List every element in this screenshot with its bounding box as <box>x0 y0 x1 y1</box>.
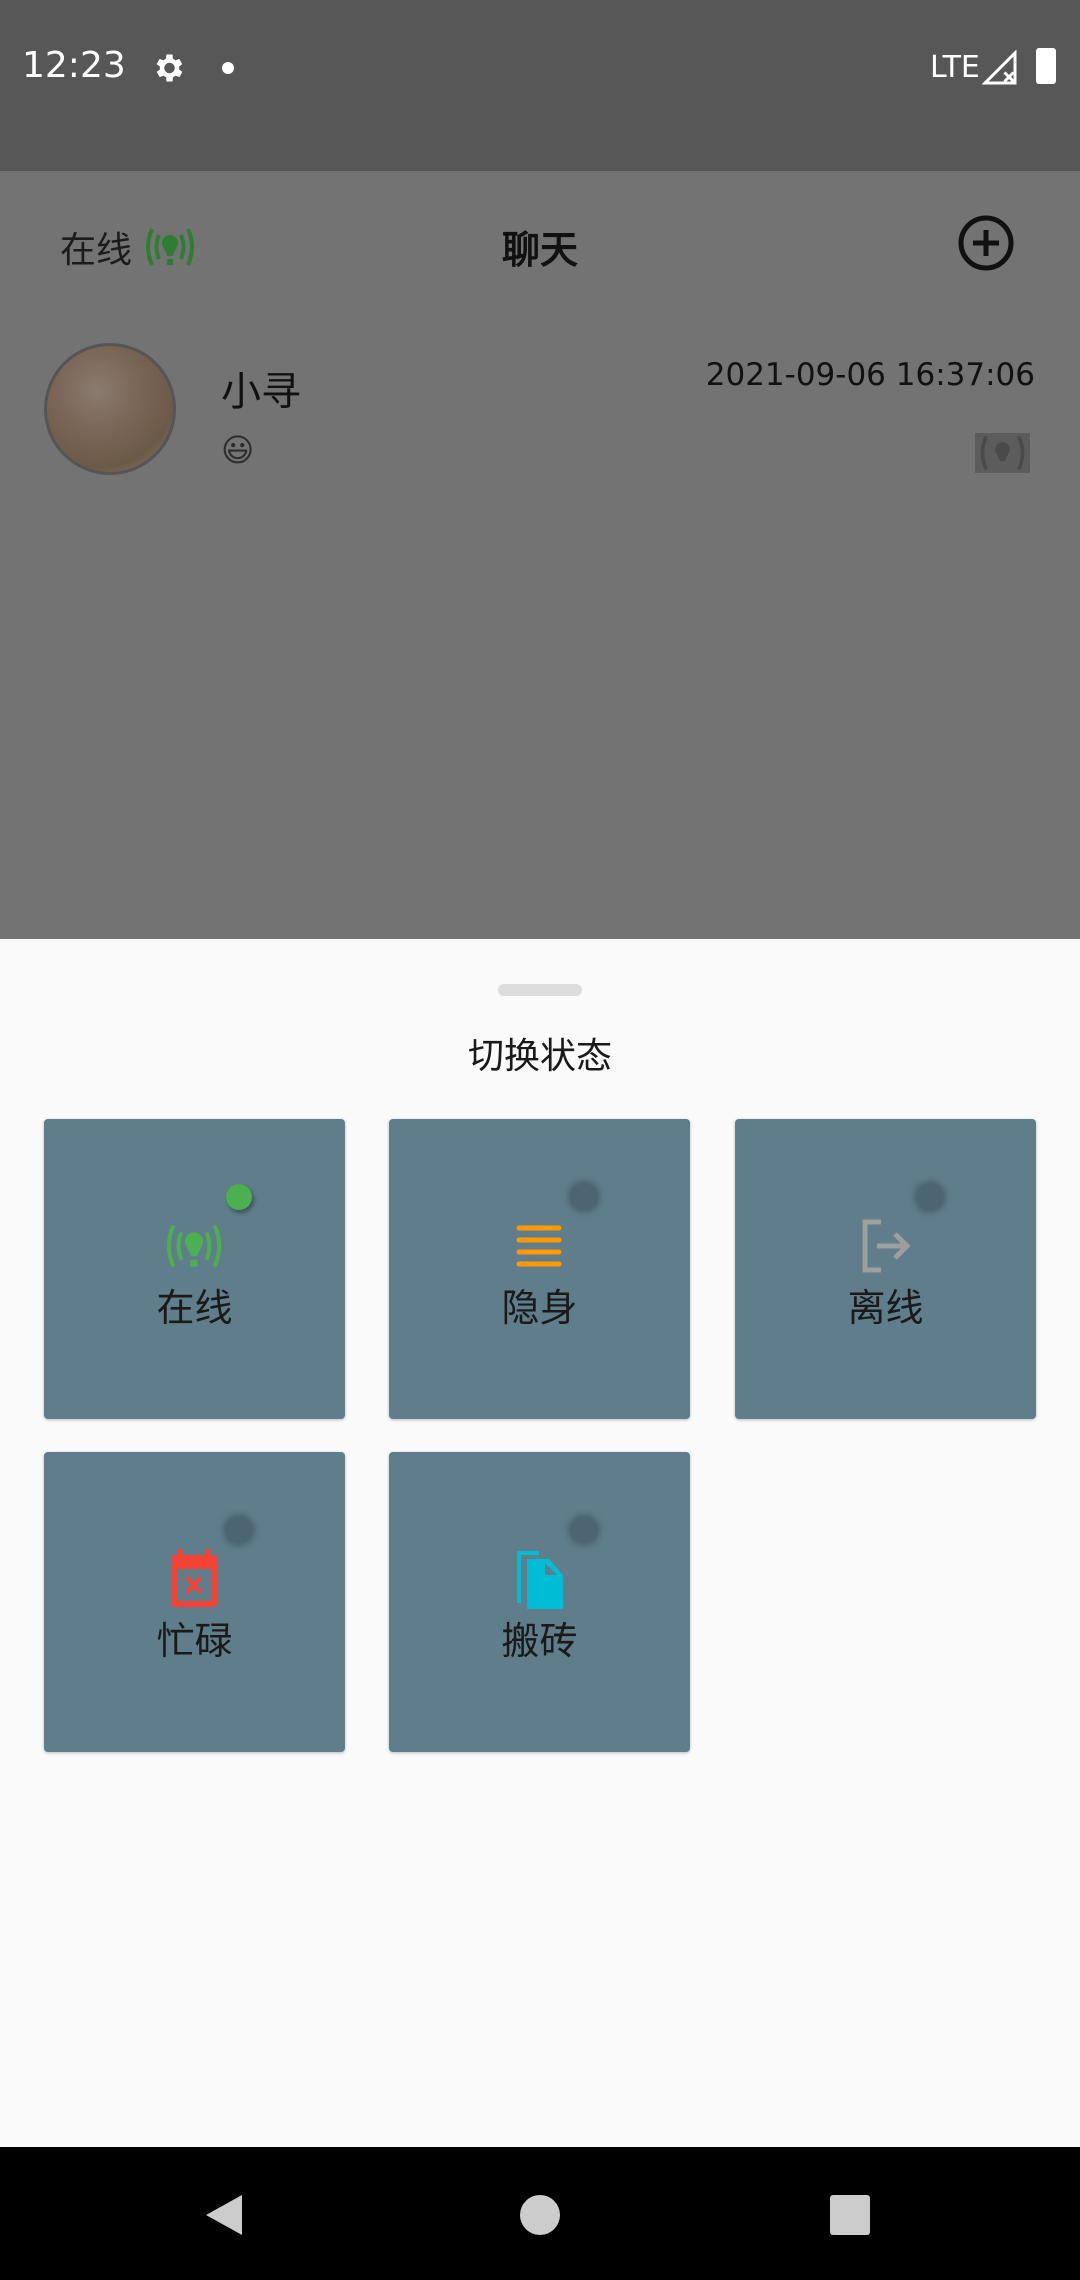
battery-icon <box>1036 48 1056 84</box>
chat-screen: 在线 聊天 小寻 2021-09-06 16:37:06 😃 <box>0 171 1080 939</box>
recents-button[interactable] <box>830 2195 870 2235</box>
status-option-working[interactable]: 搬砖 <box>389 1452 690 1752</box>
copy-icon <box>517 1551 563 1609</box>
status-option-busy[interactable]: 忙碌 <box>44 1452 345 1752</box>
contact-status-icon <box>975 433 1030 473</box>
status-option-invisible[interactable]: 隐身 <box>389 1119 690 1419</box>
status-option-label: 忙碌 <box>156 1619 233 1663</box>
navigation-bar <box>0 2147 1080 2280</box>
status-option-offline[interactable]: 离线 <box>735 1119 1036 1419</box>
avatar <box>44 343 176 475</box>
message-timestamp: 2021-09-06 16:37:06 <box>705 357 1035 393</box>
status-time: 12:23 <box>22 45 126 86</box>
status-bottom-sheet: 切换状态 在线 隐身 离线 忙碌 搬砖 <box>0 939 1080 2147</box>
status-option-label: 在线 <box>156 1286 233 1330</box>
status-bar: 12:23 LTE <box>0 0 1080 171</box>
back-button[interactable] <box>204 2193 244 2237</box>
status-option-label: 搬砖 <box>501 1619 578 1663</box>
drag-handle[interactable] <box>498 984 582 996</box>
unselected-indicator <box>571 1184 597 1210</box>
notification-dot-icon <box>222 62 234 74</box>
logout-icon <box>862 1219 911 1273</box>
selected-indicator <box>226 1184 252 1210</box>
message-preview-emoji: 😃 <box>221 431 255 469</box>
sheet-title: 切换状态 <box>467 1036 612 1077</box>
contact-name: 小寻 <box>221 369 301 415</box>
add-button[interactable] <box>956 213 1016 273</box>
unselected-indicator <box>226 1517 252 1543</box>
chat-list-item[interactable]: 小寻 2021-09-06 16:37:06 😃 <box>0 331 1080 491</box>
network-type: LTE <box>930 50 980 85</box>
status-option-label: 隐身 <box>501 1286 578 1330</box>
home-button[interactable] <box>520 2195 560 2235</box>
unselected-indicator <box>917 1184 943 1210</box>
calendar-x-icon <box>171 1549 217 1607</box>
page-title: 聊天 <box>501 228 578 272</box>
settings-icon <box>156 54 183 82</box>
signal-icon <box>982 50 1017 85</box>
status-option-online[interactable]: 在线 <box>44 1119 345 1419</box>
unselected-indicator <box>571 1517 597 1543</box>
menu-lines-icon <box>516 1225 562 1267</box>
broadcast-icon <box>166 1224 222 1268</box>
status-option-label: 离线 <box>847 1286 924 1330</box>
